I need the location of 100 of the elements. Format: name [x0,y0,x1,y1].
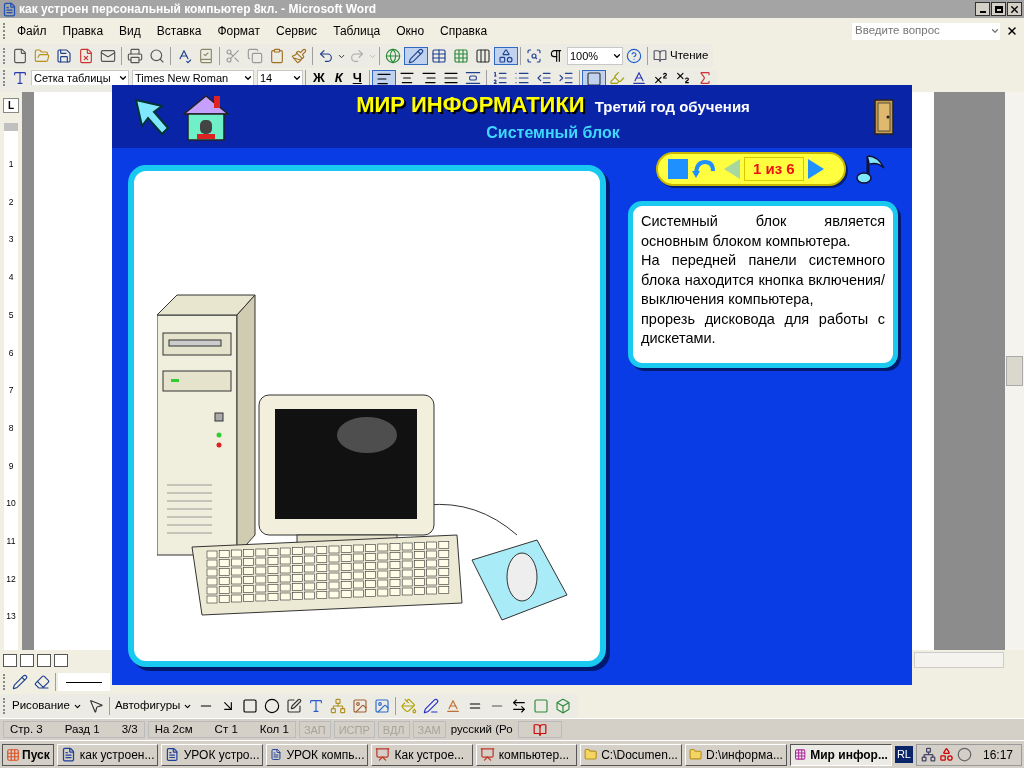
permission-icon[interactable] [78,48,94,64]
three-d-icon[interactable] [555,698,572,714]
dropdown-icon[interactable] [243,73,253,83]
columns-icon[interactable] [475,48,491,64]
help-field[interactable]: Введите вопрос [852,22,1000,40]
language-indicator[interactable]: RL [894,746,913,763]
menu-item[interactable]: Сервис [268,22,326,40]
vertical-scrollbar[interactable] [1005,92,1024,650]
arrow-style-icon[interactable] [511,698,528,714]
view-button[interactable] [37,653,51,667]
line-color-icon[interactable] [423,698,440,714]
tables-borders-icon[interactable] [408,48,424,64]
print-preview-icon[interactable] [149,48,165,64]
subscript-icon[interactable] [674,70,691,86]
picture-icon[interactable] [374,698,391,714]
taskbar-button[interactable]: D:\информа... [684,743,787,766]
eraser-icon[interactable] [34,674,50,690]
menu-item[interactable]: Окно [388,22,433,40]
text-box-icon[interactable] [286,698,303,714]
styles-icon[interactable] [12,70,28,86]
insert-table-icon[interactable] [431,48,447,64]
next-arrow-icon[interactable] [807,159,824,179]
music-note-icon[interactable] [856,152,888,186]
line-style-field[interactable] [58,673,110,691]
align-right-icon[interactable] [420,70,437,86]
numbered-list-icon[interactable] [491,70,508,86]
undo-icon[interactable] [318,48,334,64]
drawing-menu[interactable]: Рисование [9,697,85,715]
border-icon[interactable] [585,71,602,87]
spelling-icon[interactable] [176,48,192,64]
horizontal-scrollbar[interactable] [914,652,1004,668]
font-field[interactable]: Times New Roman [132,70,254,85]
network-icon[interactable] [920,747,936,762]
taskbar-button[interactable]: как устроен... [56,743,159,766]
pilcrow-icon[interactable] [548,48,564,64]
drawing-icon[interactable] [498,48,514,64]
tab-selector[interactable]: L [3,98,19,113]
email-icon[interactable] [100,48,116,64]
font-size-field[interactable]: 14 [257,70,303,85]
menu-item[interactable]: Вставка [148,22,210,40]
align-center-icon[interactable] [398,70,415,86]
reading-button[interactable]: Чтение [650,47,712,65]
align-left-icon[interactable] [375,71,392,87]
wordart-icon[interactable] [308,698,325,714]
font-color-icon[interactable] [445,698,462,714]
pointer-icon[interactable] [87,698,104,714]
increase-indent-icon[interactable] [557,70,574,86]
door-icon[interactable] [874,98,894,135]
taskbar-button[interactable]: УРОК устро... [161,743,264,766]
minimize-button[interactable] [975,2,990,16]
fill-color-icon[interactable] [401,698,418,714]
document-map-icon[interactable] [526,48,542,64]
menu-item[interactable]: Формат [209,22,269,40]
taskbar-button[interactable]: Мир инфор... [789,743,892,766]
hyperlink-icon[interactable] [385,48,401,64]
print-icon[interactable] [127,48,143,64]
clip-art-icon[interactable] [352,698,369,714]
autoshapes-menu[interactable]: Автофигуры [111,697,196,715]
menu-item[interactable]: Правка [54,22,112,40]
highlight-icon[interactable] [608,70,625,86]
superscript-icon[interactable] [652,70,669,86]
diagram-icon[interactable] [330,698,347,714]
spelling-status-icon[interactable] [532,722,547,737]
underline-button[interactable]: Ч [347,70,367,85]
paste-icon[interactable] [269,48,285,64]
dropdown-icon[interactable] [292,73,302,83]
italic-button[interactable]: К [329,70,348,85]
justify-icon[interactable] [442,70,459,86]
font-color-icon[interactable] [630,70,647,86]
zoom-field[interactable]: 100% [567,47,623,65]
save-icon[interactable] [56,48,72,64]
line-spacing-icon[interactable] [464,70,481,86]
menu-item[interactable]: Вид [111,22,149,40]
draw-table-icon[interactable] [12,674,28,690]
view-button[interactable] [54,653,68,667]
oval-icon[interactable] [264,698,281,714]
taskbar-button[interactable]: C:\Documen... [579,743,682,766]
menu-item[interactable]: Файл [9,22,55,40]
decrease-indent-icon[interactable] [535,70,552,86]
taskbar-button[interactable]: компьютер... [475,743,577,766]
bold-button[interactable]: Ж [308,70,330,85]
new-document-icon[interactable] [12,48,28,64]
taskbar-button[interactable]: Как устрое... [371,743,473,766]
start-button[interactable]: Пуск [2,743,54,766]
taskbar-button[interactable]: УРОК компь... [266,743,369,766]
dropdown-icon[interactable] [118,73,128,83]
restore-button[interactable] [991,2,1006,16]
close-icon[interactable] [1006,25,1018,37]
return-arrow-icon[interactable] [692,159,716,179]
spreadsheet-icon[interactable] [453,48,469,64]
menu-item[interactable]: Справка [432,22,496,40]
format-painter-icon[interactable] [291,48,307,64]
rectangle-icon[interactable] [242,698,259,714]
menu-item[interactable]: Таблица [325,22,389,40]
help-icon[interactable] [626,48,642,64]
style-field[interactable]: Сетка таблицы [31,70,129,85]
research-icon[interactable] [198,48,214,64]
view-button[interactable] [3,653,17,667]
dropdown-icon[interactable] [612,51,622,61]
back-arrow-icon[interactable] [134,97,170,136]
